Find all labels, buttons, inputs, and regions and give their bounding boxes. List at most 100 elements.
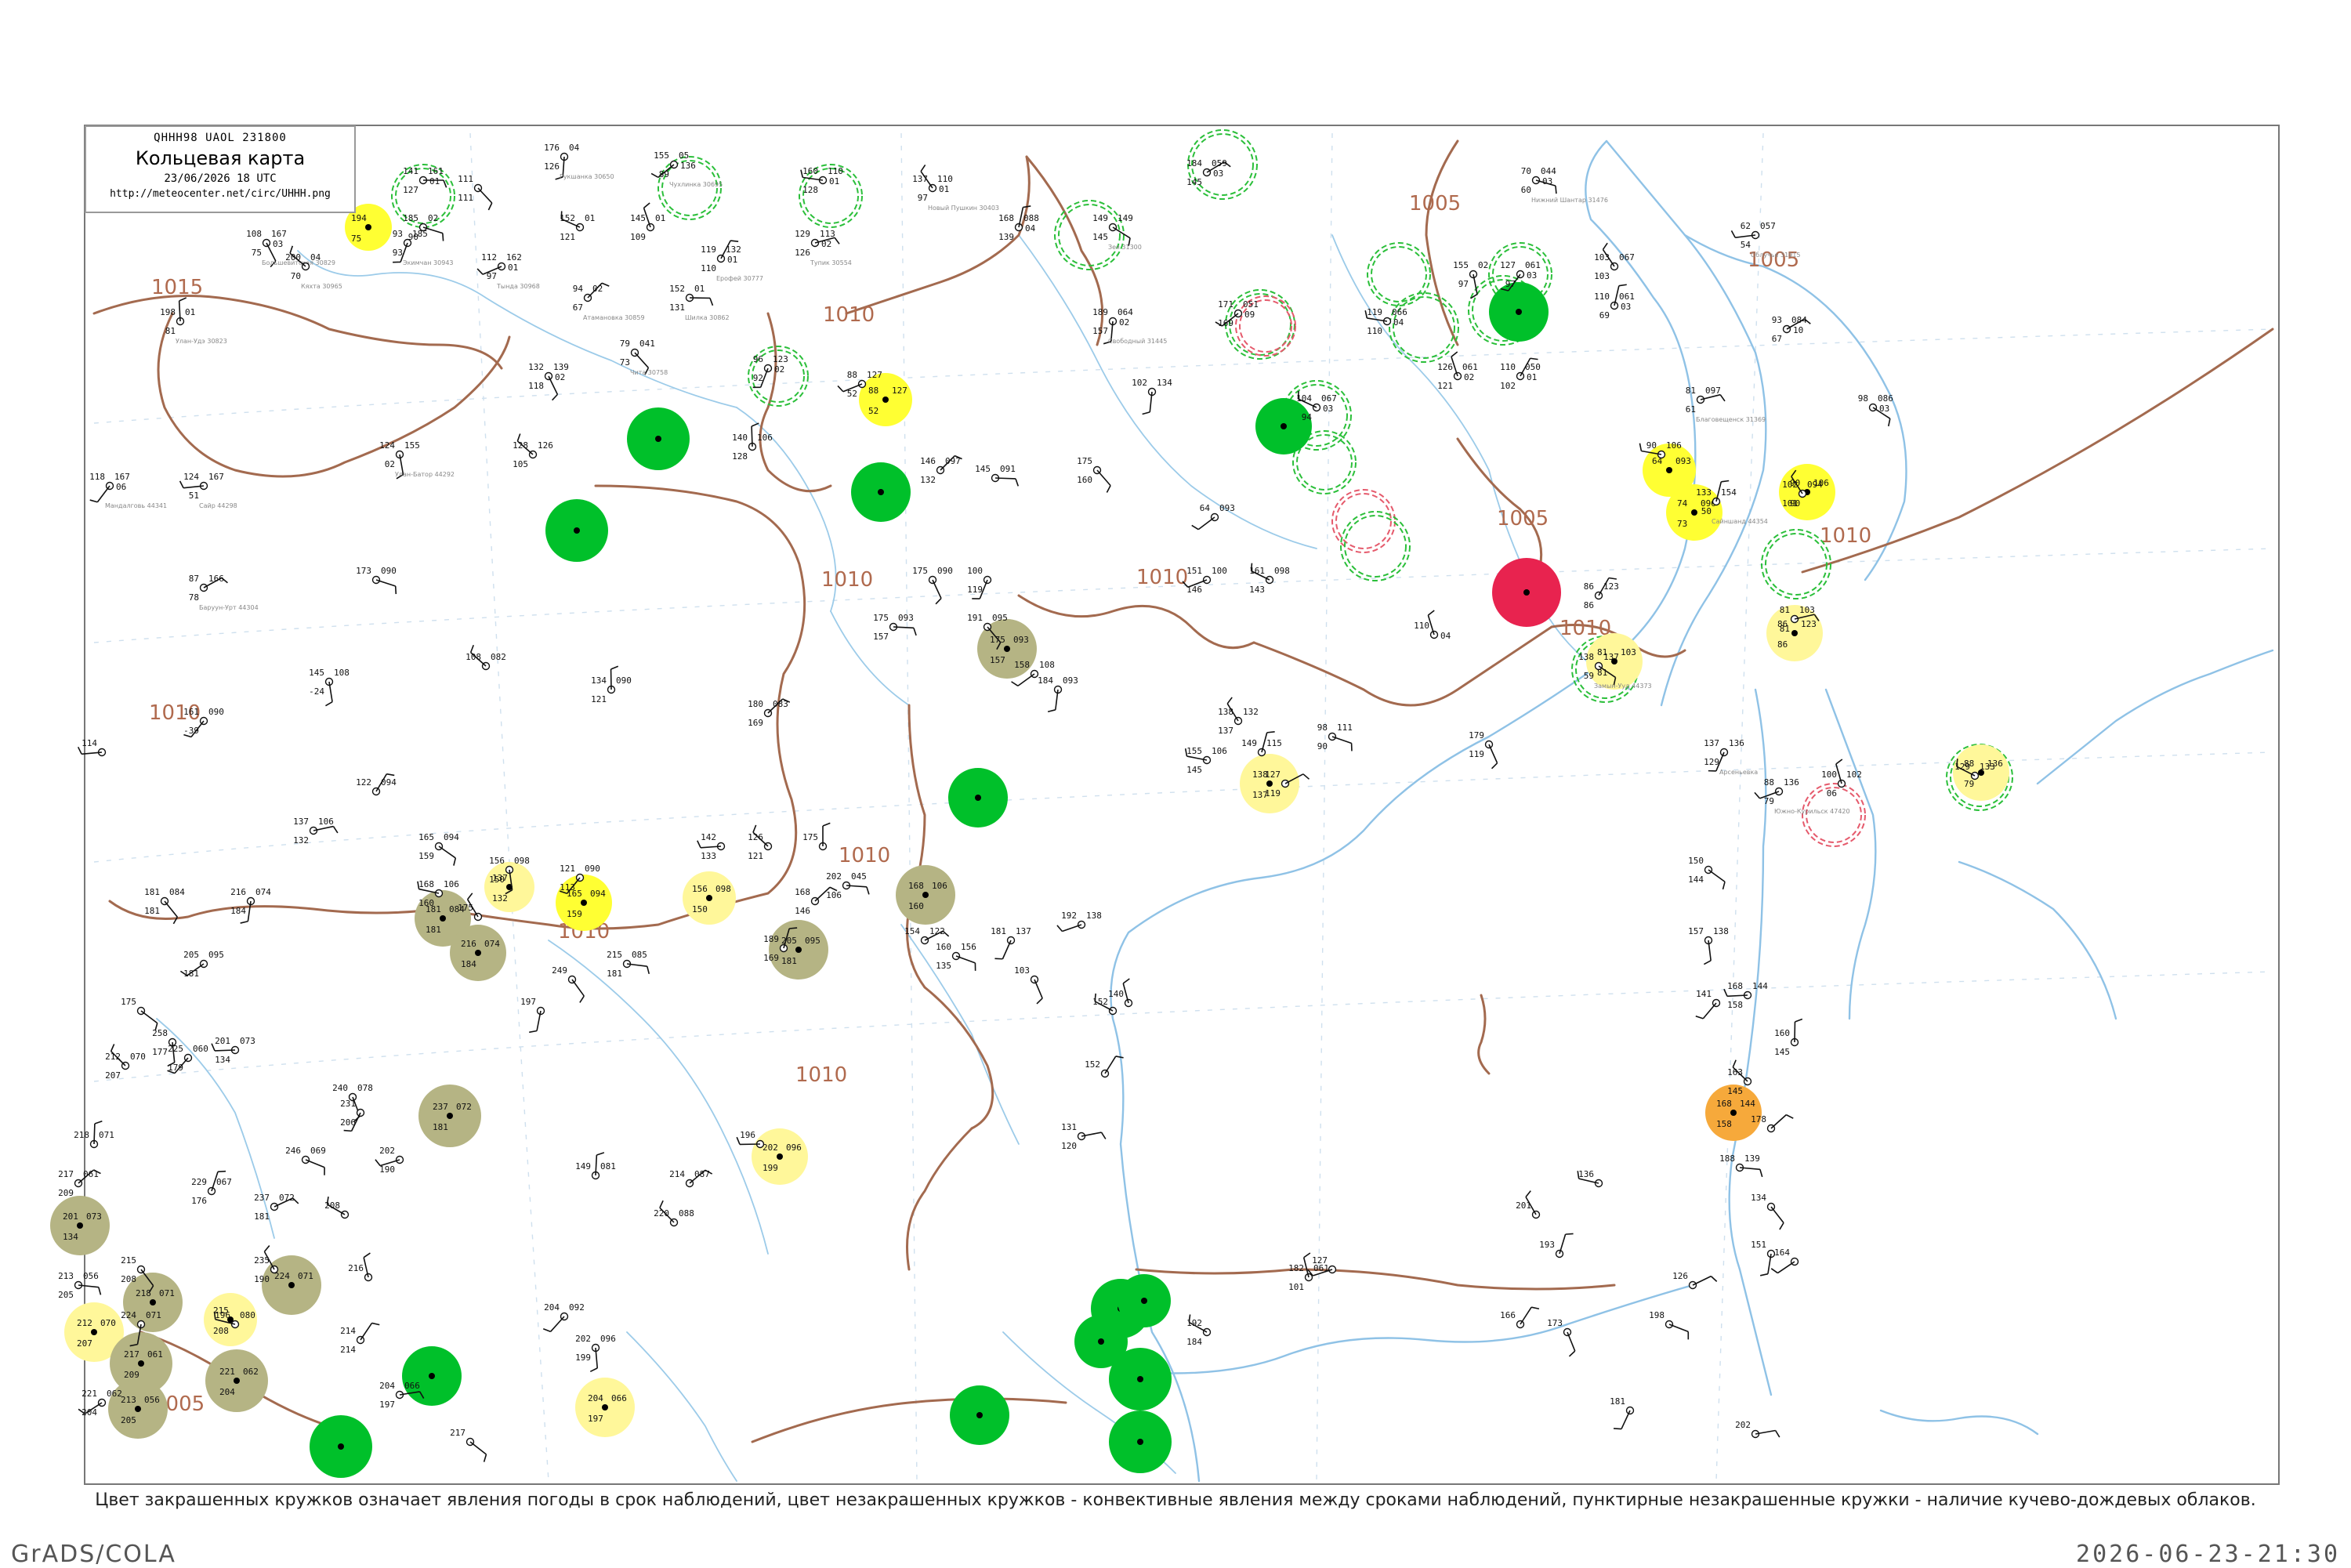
pressure-label: 070 <box>100 1318 116 1328</box>
temperature-label: 86 <box>1584 581 1594 592</box>
pressure-label: 137 <box>1603 652 1619 662</box>
station-plot: 64093 <box>1192 503 1235 530</box>
wind-barb <box>1777 1262 1795 1273</box>
pressure-label: 01 <box>585 213 595 223</box>
pressure-label: 108 <box>1039 660 1055 670</box>
weather-circle-thunder <box>545 499 608 562</box>
wind-feather <box>1795 1019 1802 1022</box>
pressure-label: 090 <box>381 566 397 576</box>
station-plot: 157138 <box>1688 926 1729 965</box>
cb-ring-inner <box>1230 294 1291 355</box>
temperature-label: 176 <box>544 143 560 153</box>
temperature-label: 146 <box>920 456 936 466</box>
wind-feather <box>1526 1191 1531 1197</box>
dewpoint-label: 75 <box>351 234 361 244</box>
weather-circle-shower: 8852127 <box>859 373 912 426</box>
station-plot: 173090 <box>356 566 397 594</box>
temperature-label: 157 <box>1688 926 1704 936</box>
temperature-label: 119 <box>1367 307 1382 317</box>
wind-feather <box>1451 352 1458 357</box>
wind-barb <box>478 188 492 203</box>
pressure-label: 097 <box>1705 386 1721 396</box>
temperature-label: 149 <box>1092 213 1108 223</box>
station-plot: 131120 <box>1061 1122 1106 1151</box>
weather-circle-thunder <box>1489 282 1549 342</box>
pressure-label: 155 <box>404 440 420 451</box>
station-name: Южно-Курильск 47420 <box>1774 808 1850 815</box>
station-name: Кяхта 30965 <box>301 283 342 290</box>
temperature-label: 202 <box>1735 1420 1751 1430</box>
bulletin-code: QHHH98 UAOL 231800 <box>86 132 354 144</box>
station-plot: 9393185Экимчан 30943 <box>393 229 454 266</box>
wind-feather <box>1048 710 1056 712</box>
temperature-label: 154 <box>904 926 920 936</box>
temperature-label: 213 <box>58 1271 74 1281</box>
station-plot: 231206 <box>340 1099 364 1131</box>
temperature-label: 161 <box>1249 566 1265 576</box>
tendency-label: 01 <box>727 255 737 265</box>
temperature-label: 196 <box>740 1130 755 1140</box>
tendency-label: 04 <box>1440 631 1451 641</box>
station-plots: 1411271610111111117612604Рукшанка 306501… <box>58 143 1995 1462</box>
station-plot: 220088 <box>654 1200 694 1226</box>
pressure-label: 134 <box>1157 378 1172 388</box>
isobar-label: 1005 <box>1409 192 1461 215</box>
temperature-label: 103 <box>1014 965 1030 976</box>
temperature-label: 110 <box>1594 292 1610 302</box>
station-name: Сайншанд 44354 <box>1712 518 1768 525</box>
dewpoint-label: 60 <box>1521 185 1531 195</box>
weather-circle-shower: 7473096 <box>1666 484 1722 541</box>
temperature-label: 149 <box>575 1161 591 1171</box>
temperature-label: 168 <box>418 879 434 889</box>
temperature-label: 192 <box>1186 1318 1202 1328</box>
station-dot <box>338 1443 344 1450</box>
temperature-label: 212 <box>105 1052 121 1062</box>
dewpoint-label: 209 <box>124 1370 139 1380</box>
temperature-label: 124 <box>183 472 199 482</box>
cb-ring <box>1367 243 1430 306</box>
dewpoint-label: 177 <box>152 1047 168 1057</box>
wind-feather <box>1566 1233 1574 1234</box>
wind-feather <box>1733 1060 1736 1067</box>
temperature-label: 164 <box>1774 1248 1790 1258</box>
pressure-label: 103 <box>1621 647 1636 657</box>
temperature-label: 64 <box>1200 503 1211 513</box>
wind-feather <box>1531 1307 1539 1309</box>
pressure-label: 123 <box>773 354 788 364</box>
wind-feather <box>1123 979 1129 983</box>
isobar-label: 1010 <box>821 568 873 592</box>
pressure-label: 093 <box>898 613 914 623</box>
wind-barb <box>1105 1056 1116 1074</box>
temperature-label: 96 <box>753 354 763 364</box>
station-dot <box>135 1406 141 1412</box>
footer-timestamp: 2026-06-23-21:30 <box>2076 1541 2340 1568</box>
dewpoint-label: 145 <box>1727 1086 1743 1096</box>
temperature-label: 224 <box>121 1310 136 1320</box>
station-plot: 208 <box>324 1197 348 1218</box>
wind-feather <box>111 1044 114 1051</box>
dewpoint-label: 70 <box>291 271 301 281</box>
isobar-labels: 1015 1010 1010 1010 1010 1010 1010 1010 … <box>149 192 1871 1416</box>
station-dot <box>922 892 929 898</box>
temperature-label: 231 <box>340 1099 356 1109</box>
temperature-label: 114 <box>82 738 97 748</box>
dewpoint-label: 205 <box>58 1290 74 1300</box>
map-url[interactable]: http://meteocenter.net/circ/UHHH.png <box>86 188 354 200</box>
temperature-label: 171 <box>1218 299 1233 310</box>
wind-feather <box>386 774 394 776</box>
dewpoint-label: 134 <box>63 1232 78 1242</box>
dewpoint-label: 105 <box>513 459 528 469</box>
pressure-label: 02 <box>1478 260 1488 270</box>
temperature-label: 200 <box>285 252 301 263</box>
temperature-label: 217 <box>450 1428 465 1438</box>
weather-circle-rain: 138137 <box>1240 754 1299 813</box>
wind-feather <box>1143 412 1150 415</box>
station-dot <box>1004 646 1010 652</box>
pressure-label: 113 <box>820 229 835 239</box>
temperature-label: 134 <box>1751 1193 1766 1203</box>
dewpoint-label: 205 <box>121 1415 136 1425</box>
wind-feather <box>1531 358 1538 359</box>
tendency-label: 03 <box>1879 404 1889 414</box>
wind-feather <box>241 922 248 923</box>
temperature-label: 201 <box>215 1036 230 1046</box>
